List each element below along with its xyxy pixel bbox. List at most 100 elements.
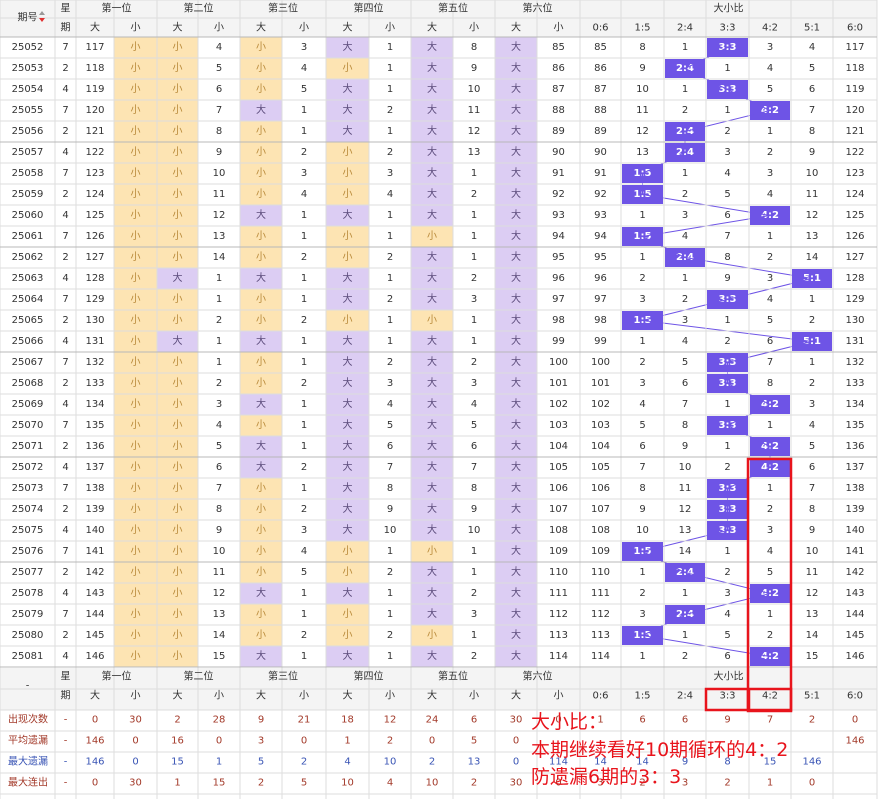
miss-count: 1 xyxy=(216,273,222,284)
miss-count: 12 xyxy=(213,588,226,599)
small-mark: 小 xyxy=(131,188,141,200)
ratio-miss: 111 xyxy=(591,588,610,599)
ratio-miss: 2 xyxy=(682,294,688,305)
stats-value: 0 xyxy=(852,715,858,726)
ratio-miss: 8 xyxy=(639,483,645,494)
big-header: 大 xyxy=(173,21,183,34)
miss-count: 1 xyxy=(301,231,307,242)
ratio-miss: 2 xyxy=(682,651,688,662)
ratio-miss: 12 xyxy=(806,210,819,221)
small-mark: 小 xyxy=(256,482,266,494)
weekday: 7 xyxy=(62,294,68,305)
miss-count: 86 xyxy=(552,63,565,74)
small-mark: 小 xyxy=(173,230,183,242)
ratio-miss: 3 xyxy=(767,525,773,536)
ratio-miss: 106 xyxy=(591,483,610,494)
big-header: 大 xyxy=(427,21,437,34)
annotation-line-1: 大小比： xyxy=(531,711,608,733)
small-mark: 小 xyxy=(256,608,266,620)
stats-value: 15 xyxy=(213,778,226,789)
ratio-miss: 2 xyxy=(639,588,645,599)
ratio-miss: 12 xyxy=(636,126,649,137)
big-mark: 大 xyxy=(343,124,353,137)
ratio-miss: 5 xyxy=(767,84,773,95)
miss-count: 2 xyxy=(301,504,307,515)
big-mark: 大 xyxy=(427,187,437,200)
miss-count: 85 xyxy=(552,42,565,53)
ratio-miss: 2 xyxy=(724,126,730,137)
small-mark: 小 xyxy=(173,356,183,368)
miss-count: 2 xyxy=(387,147,393,158)
stats-value: 0 xyxy=(216,736,222,747)
ratio-miss: 134 xyxy=(845,399,864,410)
ratio-miss: 6 xyxy=(809,84,815,95)
big-mark: 大 xyxy=(511,250,521,263)
miss-count: 4 xyxy=(471,399,477,410)
ratio-miss: 1 xyxy=(809,357,815,368)
ratio-miss: 1 xyxy=(682,588,688,599)
period-id: 25059 xyxy=(12,189,44,200)
big-mark: 大 xyxy=(511,502,521,515)
ratio-miss: 4 xyxy=(767,294,773,305)
ratio-miss: 4 xyxy=(724,168,730,179)
miss-count: 135 xyxy=(85,420,104,431)
small-mark: 小 xyxy=(131,125,141,137)
miss-count: 95 xyxy=(552,252,565,263)
big-mark: 大 xyxy=(511,208,521,221)
position-header: 第四位 xyxy=(354,2,384,15)
small-mark: 小 xyxy=(427,314,437,326)
stats-value: 2 xyxy=(471,778,477,789)
small-mark: 小 xyxy=(131,62,141,74)
small-mark: 小 xyxy=(131,608,141,620)
stats-value: 10 xyxy=(341,778,354,789)
ratio-header: 4:2 xyxy=(762,691,778,702)
miss-count: 8 xyxy=(216,126,222,137)
small-mark: 小 xyxy=(131,293,141,305)
weekday: 4 xyxy=(62,84,68,95)
ratio-miss: 92 xyxy=(594,189,607,200)
small-mark: 小 xyxy=(256,545,266,557)
stats-value: 0 xyxy=(809,778,815,789)
position-header: 第一位 xyxy=(102,2,132,15)
stats-value: 0 xyxy=(92,778,98,789)
ratio-miss: 14 xyxy=(806,252,819,263)
stats-value: 1 xyxy=(344,736,350,747)
small-mark: 小 xyxy=(131,209,141,221)
small-mark: 小 xyxy=(173,83,183,95)
miss-count: 145 xyxy=(85,630,104,641)
ratio-miss: 1 xyxy=(639,336,645,347)
position-header: 第一位 xyxy=(102,670,132,683)
miss-count: 1 xyxy=(301,588,307,599)
miss-count: 2 xyxy=(471,357,477,368)
small-mark: 小 xyxy=(256,503,266,515)
ratio-hit-label: 4:2 xyxy=(761,210,779,221)
period-id: 25057 xyxy=(12,147,44,158)
ratio-miss: 7 xyxy=(639,462,645,473)
ratio-miss: 139 xyxy=(845,504,864,515)
miss-count: 1 xyxy=(301,357,307,368)
small-mark: 小 xyxy=(173,482,183,494)
small-mark: 小 xyxy=(256,419,266,431)
ratio-miss: 7 xyxy=(767,357,773,368)
stats-value: 0 xyxy=(429,736,435,747)
weekday: 4 xyxy=(62,399,68,410)
stats-value: 1 xyxy=(174,778,180,789)
ratio-miss: 1 xyxy=(767,420,773,431)
small-mark: 小 xyxy=(343,62,353,74)
ratio-miss: 2 xyxy=(639,357,645,368)
big-mark: 大 xyxy=(343,502,353,515)
stats-value: 2 xyxy=(258,778,264,789)
big-mark: 大 xyxy=(511,124,521,137)
ratio-hit-label: 5:1 xyxy=(803,273,821,284)
stats-value: 24 xyxy=(426,715,439,726)
miss-count: 89 xyxy=(552,126,565,137)
small-mark: 小 xyxy=(173,188,183,200)
miss-count: 13 xyxy=(213,231,226,242)
ratio-miss: 12 xyxy=(806,588,819,599)
week-header-top: 星 xyxy=(61,671,71,683)
ratio-miss: 15 xyxy=(806,651,819,662)
ratio-miss: 108 xyxy=(591,525,610,536)
ratio-miss: 112 xyxy=(591,609,610,620)
miss-count: 10 xyxy=(384,525,397,536)
period-id: 25078 xyxy=(12,588,44,599)
